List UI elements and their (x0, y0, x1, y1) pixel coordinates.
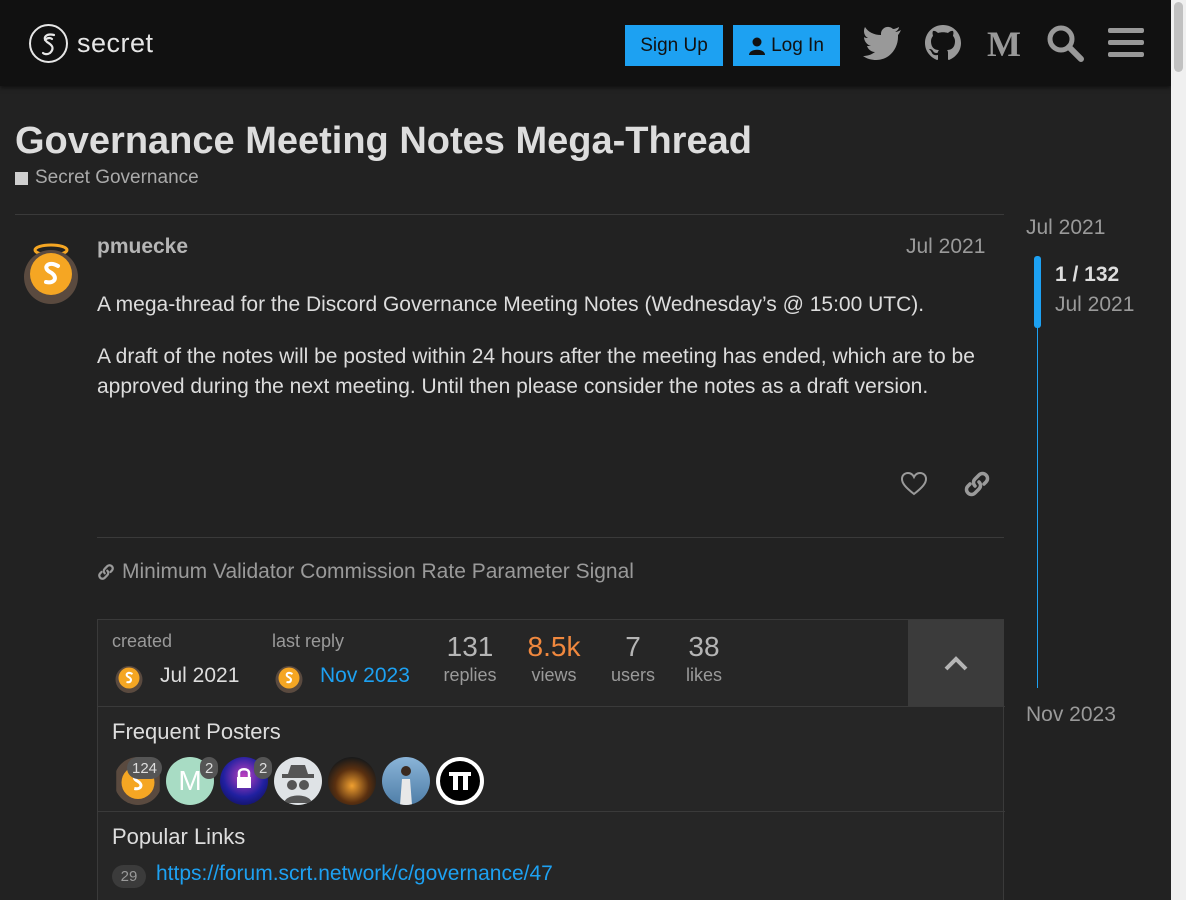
stat-label: users (610, 665, 655, 685)
likes-stat: 38 likes (664, 631, 744, 686)
post-count-badge: 2 (200, 757, 219, 779)
post-author-username[interactable]: pmuecke (97, 235, 188, 259)
timeline-position: 1 / 132 (1055, 263, 1120, 286)
last-reply-date[interactable]: Nov 2023 (320, 664, 410, 688)
topic-map: created Jul 2021 last reply Nov 2023 131… (97, 619, 1005, 900)
popular-link[interactable]: https://forum.scrt.network/c/governance/… (156, 862, 553, 886)
popular-links-title: Popular Links (112, 824, 246, 849)
log-in-button[interactable]: Log In (733, 25, 840, 66)
svg-text:M: M (987, 27, 1021, 59)
avatar[interactable] (274, 757, 322, 805)
stat-value: 7 (625, 631, 641, 662)
site-logo[interactable]: secret (29, 24, 154, 63)
users-stat: 7 users (593, 631, 673, 686)
link-click-count: 29 (112, 865, 146, 888)
medium-icon[interactable]: M (983, 22, 1025, 64)
category-badge[interactable]: Secret Governance (15, 167, 199, 189)
avatar[interactable] (436, 757, 484, 805)
avatar[interactable] (22, 240, 80, 304)
category-name: Secret Governance (35, 167, 199, 188)
stat-label: views (531, 665, 577, 685)
post-count-badge: 124 (127, 757, 163, 779)
share-link-button[interactable] (959, 466, 995, 502)
scrollbar-thumb[interactable] (1174, 2, 1183, 72)
stat-value: 131 (446, 631, 494, 662)
frequent-posters-section: Frequent Posters 124 M 2 2 (98, 706, 1005, 811)
topic-map-stats: created Jul 2021 last reply Nov 2023 131… (98, 620, 908, 706)
stat-value: 38 (688, 631, 720, 662)
sign-up-button[interactable]: Sign Up (625, 25, 723, 66)
avatar-letter: M (178, 765, 202, 796)
link-icon (964, 471, 990, 497)
post-date[interactable]: Jul 2021 (906, 235, 985, 259)
stat-label: likes (685, 665, 722, 685)
avatar[interactable] (328, 757, 376, 805)
timeline-handle[interactable] (1034, 256, 1041, 328)
created-label: created (112, 631, 173, 651)
avatar[interactable] (273, 661, 305, 693)
heart-icon (901, 472, 927, 496)
stat-label: replies (443, 665, 497, 685)
github-icon[interactable] (922, 22, 964, 64)
post-paragraph: A mega-thread for the Discord Governance… (97, 293, 925, 316)
hamburger-menu-icon[interactable] (1105, 22, 1147, 64)
topic-title[interactable]: Governance Meeting Notes Mega-Thread (15, 120, 752, 163)
timeline-position-date: Jul 2021 (1055, 293, 1135, 316)
post-paragraph: A draft of the notes will be posted with… (97, 345, 975, 398)
twitter-icon[interactable] (861, 22, 903, 64)
divider (97, 537, 1004, 538)
created-date[interactable]: Jul 2021 (160, 664, 239, 688)
like-button[interactable] (896, 466, 932, 502)
incognito-icon (282, 765, 314, 803)
site-header: secret Sign Up Log In M (0, 0, 1171, 86)
chevron-up-icon (944, 656, 968, 671)
collapse-topic-map-button[interactable] (908, 620, 1004, 706)
views-stat: 8.5k views (514, 631, 594, 686)
logo-text: secret (77, 28, 154, 58)
stat-value: 8.5k (527, 631, 581, 662)
category-color-swatch (15, 171, 28, 185)
page-scrollbar[interactable] (1171, 0, 1186, 900)
secret-logo-icon (29, 24, 68, 63)
divider (15, 214, 1004, 215)
log-in-label: Log In (771, 34, 824, 56)
link-icon (98, 564, 114, 580)
search-icon[interactable] (1044, 22, 1086, 64)
popular-links-section: Popular Links 29 https://forum.scrt.netw… (98, 811, 1005, 900)
avatar[interactable] (382, 757, 430, 805)
timeline-end-date[interactable]: Nov 2023 (1026, 703, 1116, 727)
frequent-posters-title: Frequent Posters (112, 719, 281, 744)
linked-topic-title: Minimum Validator Commission Rate Parame… (122, 560, 634, 583)
post-count-badge: 2 (254, 757, 273, 779)
avatar[interactable] (113, 661, 145, 693)
post-body: A mega-thread for the Discord Governance… (97, 290, 997, 424)
user-icon (749, 37, 766, 55)
last-reply-label: last reply (272, 631, 345, 651)
linked-topic-link[interactable]: Minimum Validator Commission Rate Parame… (97, 560, 634, 584)
replies-stat: 131 replies (430, 631, 510, 686)
timeline-start-date[interactable]: Jul 2021 (1026, 216, 1105, 240)
